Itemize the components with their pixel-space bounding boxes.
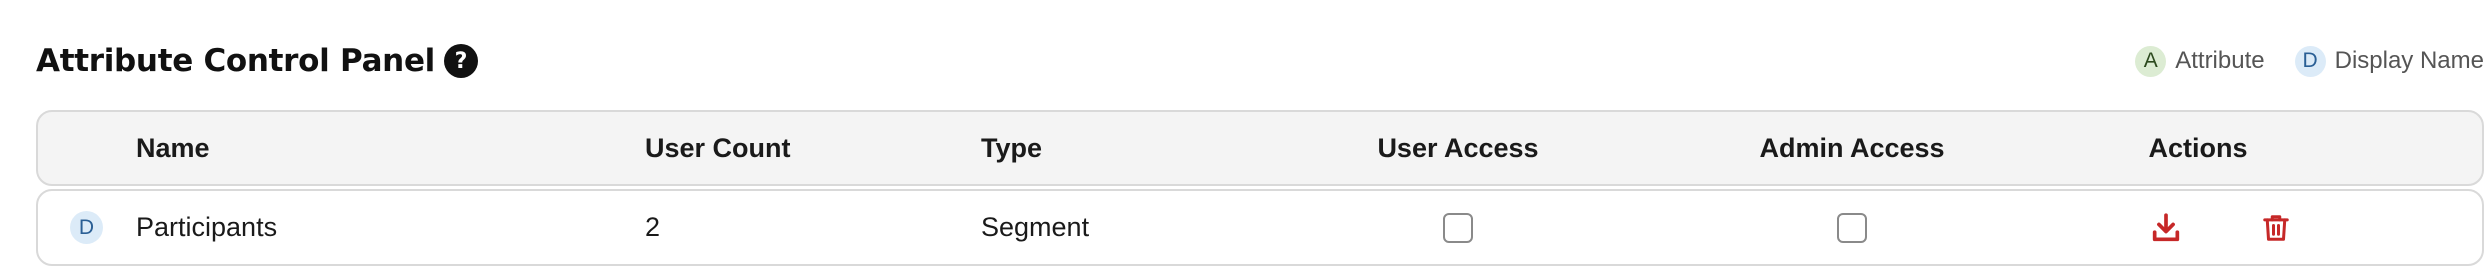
column-header-user-access: User Access <box>1377 132 1539 163</box>
legend-label-display-name: Display Name <box>2334 47 2484 74</box>
column-header-name[interactable]: Name <box>136 112 210 184</box>
row-type-badge: D <box>70 191 103 264</box>
column-header-type[interactable]: Type <box>981 112 1042 184</box>
row-type: Segment <box>981 212 1090 242</box>
panel-header: Attribute Control Panel ? A Attribute D … <box>36 36 2484 86</box>
row-name: Participants <box>136 212 278 242</box>
user-access-checkbox[interactable] <box>1443 212 1473 243</box>
page-title: Attribute Control Panel <box>36 43 436 79</box>
user-access-cell <box>1308 191 1608 264</box>
admin-access-checkbox[interactable] <box>1837 212 1867 243</box>
legend-label-attribute: Attribute <box>2175 47 2265 74</box>
legend-item-display-name: D Display Name <box>2294 45 2484 77</box>
row-user-count: 2 <box>645 212 661 242</box>
delete-button[interactable] <box>2254 191 2298 264</box>
display-name-badge-icon: D <box>2294 45 2326 77</box>
column-header-admin-access: Admin Access <box>1759 132 1945 163</box>
download-icon[interactable] <box>2144 206 2188 250</box>
table-header-row: Name User Count Type User Access Admin A… <box>36 110 2484 186</box>
attribute-badge-icon: A <box>2135 45 2167 77</box>
admin-access-cell <box>1702 191 2002 264</box>
legend: A Attribute D Display Name <box>2105 41 2484 81</box>
legend-item-attribute: A Attribute <box>2135 45 2265 77</box>
column-header-actions: Actions <box>2148 132 2248 163</box>
column-header-user-count[interactable]: User Count <box>645 112 791 184</box>
display-name-badge-icon: D <box>70 211 103 244</box>
download-button[interactable] <box>2144 191 2188 264</box>
attribute-table: Name User Count Type User Access Admin A… <box>36 110 2484 266</box>
title-group: Attribute Control Panel ? <box>36 36 479 86</box>
trash-icon[interactable] <box>2254 206 2298 250</box>
help-icon[interactable]: ? <box>444 44 479 78</box>
table-row: D Participants 2 Segment <box>36 189 2484 266</box>
